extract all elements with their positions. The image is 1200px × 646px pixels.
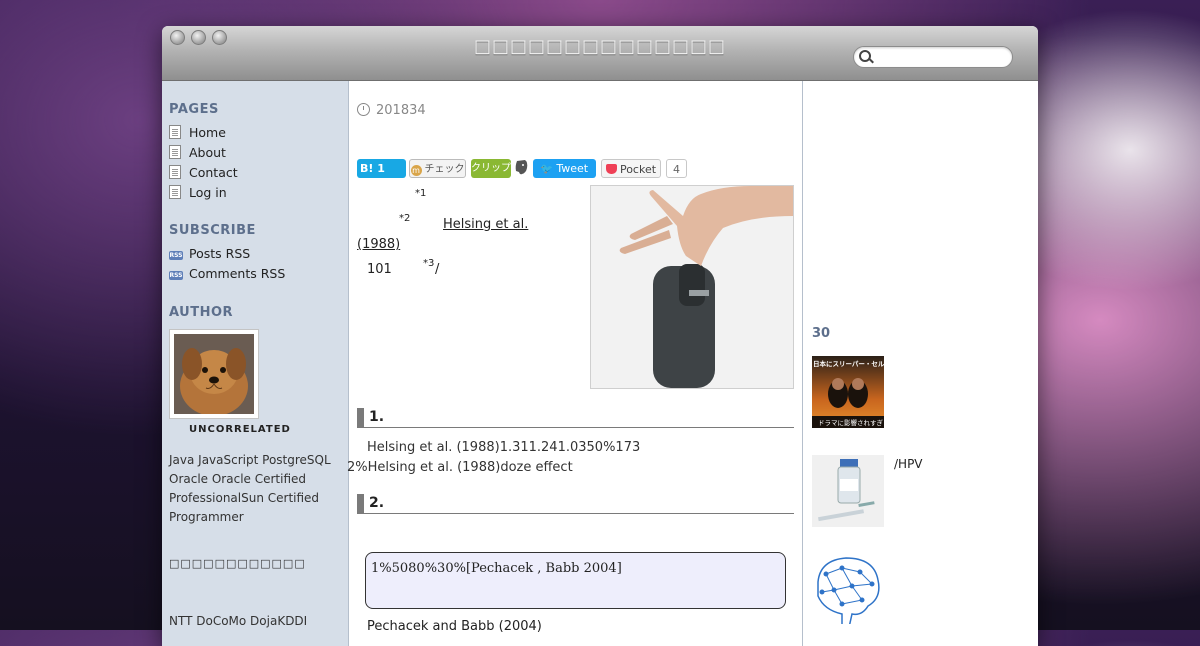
hatena-bookmark-button[interactable]: B! 1 (357, 159, 406, 178)
left-sidebar: PAGES Home About Contact Log in SUBSCRIB… (162, 81, 349, 646)
page-link-home[interactable]: Home (169, 125, 226, 140)
related-heading: 30 (812, 326, 831, 341)
tweet-button[interactable]: 🐦 Tweet (533, 159, 596, 178)
evernote-icon[interactable] (514, 159, 529, 178)
mixi-check-button[interactable]: m チェック (409, 159, 466, 178)
after-quote-text: Pechacek and Babb (2004) (367, 619, 542, 634)
page-link-about[interactable]: About (169, 145, 226, 160)
pocket-button[interactable]: Pocket (601, 159, 661, 178)
posts-rss-label: Posts RSS (189, 246, 251, 261)
section-1-line-2: 2%Helsing et al. (1988)doze effect (347, 460, 573, 475)
hatena-count: 1 (377, 162, 385, 175)
tweet-label: Tweet (556, 162, 589, 175)
search-input[interactable] (874, 48, 1008, 66)
slash-text: / (435, 262, 440, 277)
page-icon (169, 165, 181, 179)
main-content: 201834 B! 1 m チェック クリップ 🐦 Tweet Pocket 4 *… (347, 81, 803, 646)
mixi-icon: m (410, 165, 422, 176)
pocket-label: Pocket (619, 163, 657, 176)
hatena-label: B! (360, 162, 374, 175)
browser-window: □□□□□□□□□□□□□□ PAGES Home About Contact … (162, 26, 1038, 646)
count-text: 101 (367, 262, 392, 277)
mixi-label: チェック (424, 164, 465, 175)
reference-link-helsing[interactable]: Helsing et al. (443, 217, 528, 232)
search-icon (859, 50, 871, 62)
related-thumb-2[interactable] (812, 455, 884, 527)
post-date-text: 201834 (376, 103, 426, 118)
related-thumb-1[interactable]: 日本にスリーパー・セル？ ドラマに影響されすぎ (812, 356, 884, 428)
subscribe-heading: SUBSCRIBE (169, 223, 256, 238)
thumb-1-text-top: 日本にスリーパー・セル？ (813, 360, 884, 368)
reference-link-year[interactable]: (1988) (357, 237, 400, 252)
related-thumb-3[interactable] (812, 552, 884, 624)
author-avatar[interactable] (169, 329, 259, 419)
section-1-line-1: Helsing et al. (1988)1.311.241.0350%173 (367, 440, 641, 455)
section-1-heading: 1. (357, 408, 794, 428)
dog-photo (174, 334, 254, 414)
title-bar: □□□□□□□□□□□□□□ (162, 26, 1038, 81)
pages-heading: PAGES (169, 102, 219, 117)
pocket-icon (605, 164, 617, 174)
author-extra-text: □□□□□□□□□□□□ (169, 557, 306, 570)
clip-label: クリップ (471, 163, 511, 174)
rss-icon: RSS (169, 251, 183, 260)
pocket-count: 4 (666, 159, 687, 178)
search-box[interactable] (853, 46, 1013, 68)
comments-rss-label: Comments RSS (189, 266, 286, 281)
heated-tobacco-photo (590, 185, 794, 389)
author-name[interactable]: UNCORRELATED (189, 424, 291, 435)
page-link-login[interactable]: Log in (169, 185, 227, 200)
author-description: Java JavaScript PostgreSQL Oracle Oracle… (169, 453, 331, 524)
author-more-text: NTT DoCoMo DojaKDDI (169, 614, 308, 628)
twitter-bird-icon: 🐦 (540, 164, 554, 175)
page-icon (169, 145, 181, 159)
posts-rss-link[interactable]: RSS Posts RSS (169, 246, 250, 261)
section-1-paragraph: Helsing et al. (1988)1.311.241.0350%173 … (347, 438, 797, 478)
page-icon (169, 125, 181, 139)
page-link-label: Home (189, 125, 226, 140)
clip-button[interactable]: クリップ (471, 159, 511, 178)
comments-rss-link[interactable]: RSS Comments RSS (169, 266, 285, 281)
post-date: 201834 (357, 103, 426, 118)
page-icon (169, 185, 181, 199)
right-sidebar: 30 日本にスリーパー・セル？ ドラマに影響されすぎ /HPV (803, 81, 1038, 646)
blockquote: 1%5080%30%[Pechacek , Babb 2004] (365, 552, 786, 609)
related-caption-2[interactable]: /HPV (894, 457, 923, 471)
clock-icon (357, 103, 370, 116)
page-link-label: Contact (189, 165, 238, 180)
footnote-3[interactable]: *3 (423, 258, 434, 269)
page-link-contact[interactable]: Contact (169, 165, 238, 180)
rss-icon: RSS (169, 271, 183, 280)
page-link-label: About (189, 145, 226, 160)
thumb-1-text-bottom: ドラマに影響されすぎ (818, 419, 883, 427)
page-link-label: Log in (189, 185, 227, 200)
section-2-heading: 2. (357, 494, 794, 514)
footnote-1[interactable]: *1 (415, 188, 426, 199)
footnote-2[interactable]: *2 (399, 213, 410, 224)
author-heading: AUTHOR (169, 305, 234, 320)
